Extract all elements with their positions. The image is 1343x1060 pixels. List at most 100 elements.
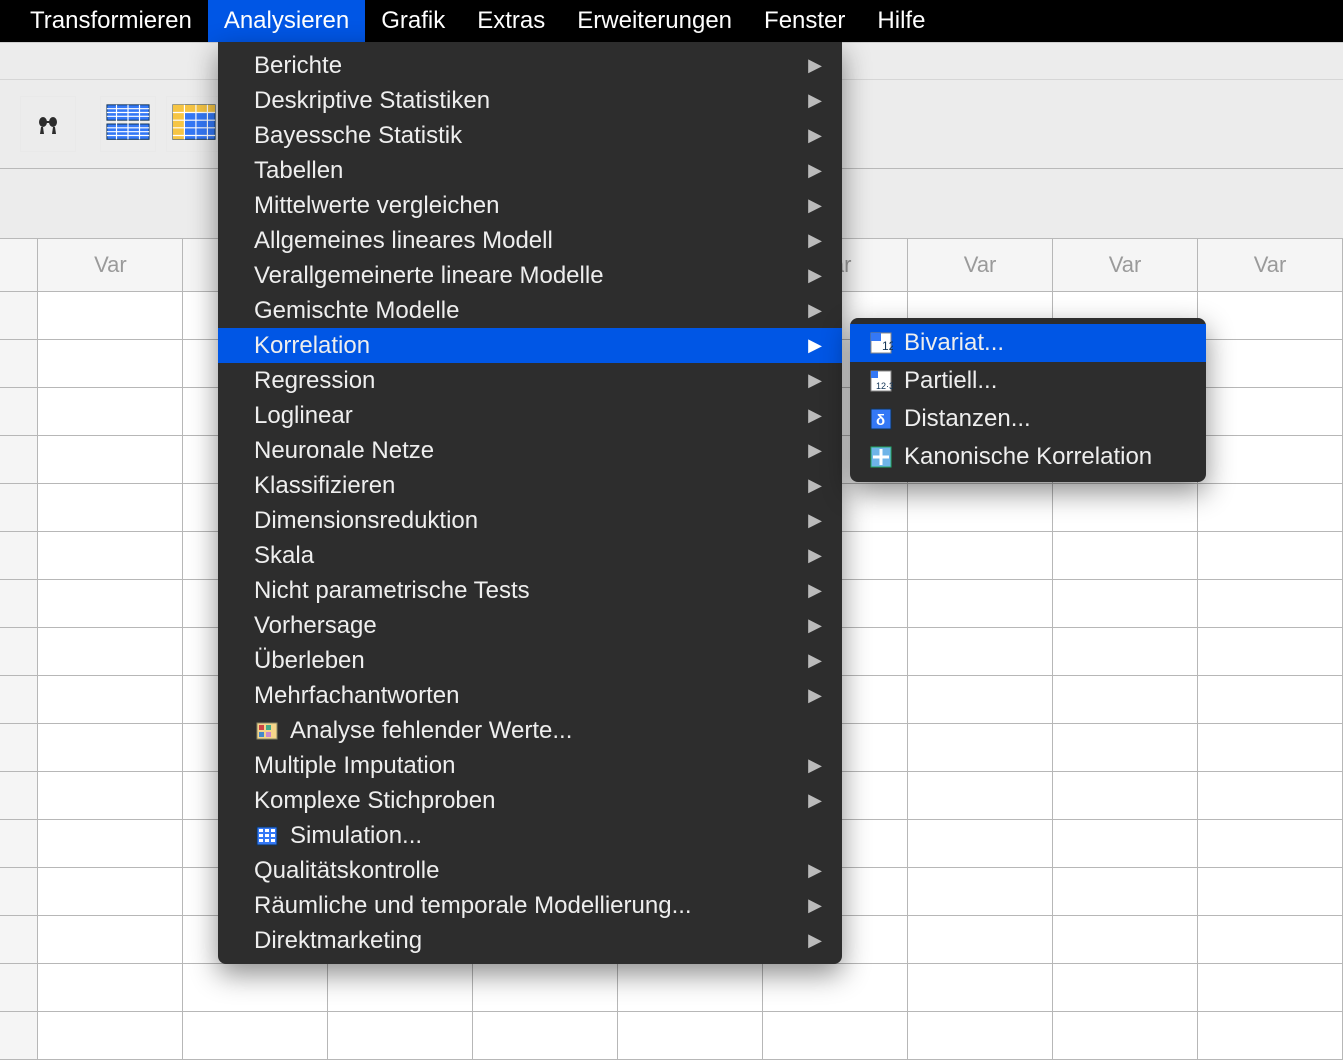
cell[interactable]	[473, 964, 618, 1011]
cell[interactable]	[763, 1012, 908, 1059]
menu-fenster[interactable]: Fenster	[748, 0, 861, 42]
menu-item-simulation[interactable]: Simulation...	[218, 818, 842, 853]
menu-item-skala[interactable]: Skala▶	[218, 538, 842, 573]
cell[interactable]	[1053, 1012, 1198, 1059]
variable-view-icon[interactable]	[166, 96, 222, 152]
cell[interactable]	[1053, 676, 1198, 723]
menu-item-analyse-fehlender-werte[interactable]: Analyse fehlender Werte...	[218, 713, 842, 748]
cell[interactable]	[1053, 484, 1198, 531]
cell[interactable]	[908, 772, 1053, 819]
column-header[interactable]: Var	[908, 239, 1053, 291]
cell[interactable]	[38, 724, 183, 771]
cell[interactable]	[1053, 628, 1198, 675]
menu-item-komplexe-stichproben[interactable]: Komplexe Stichproben▶	[218, 783, 842, 818]
cell[interactable]	[38, 436, 183, 483]
cell[interactable]	[38, 916, 183, 963]
cell[interactable]	[38, 868, 183, 915]
menu-item-loglinear[interactable]: Loglinear▶	[218, 398, 842, 433]
menu-item-verallgemeinerte-lineare-modelle[interactable]: Verallgemeinerte lineare Modelle▶	[218, 258, 842, 293]
cell[interactable]	[1198, 340, 1343, 387]
cell[interactable]	[1053, 916, 1198, 963]
cell[interactable]	[1198, 580, 1343, 627]
cell[interactable]	[1053, 772, 1198, 819]
cell[interactable]	[183, 1012, 328, 1059]
cell[interactable]	[1198, 820, 1343, 867]
row-header[interactable]	[0, 820, 38, 867]
menu-item-r-umliche-und-temporale-modellierung[interactable]: Räumliche und temporale Modellierung...▶	[218, 888, 842, 923]
menu-item-korrelation[interactable]: Korrelation▶	[218, 328, 842, 363]
cell[interactable]	[908, 916, 1053, 963]
menu-hilfe[interactable]: Hilfe	[861, 0, 941, 42]
cell[interactable]	[1053, 964, 1198, 1011]
cell[interactable]	[1053, 724, 1198, 771]
cell[interactable]	[38, 820, 183, 867]
cell[interactable]	[38, 292, 183, 339]
cell[interactable]	[908, 628, 1053, 675]
menu-item-allgemeines-lineares-modell[interactable]: Allgemeines lineares Modell▶	[218, 223, 842, 258]
row-header[interactable]	[0, 532, 38, 579]
column-header[interactable]: Var	[1198, 239, 1343, 291]
cell[interactable]	[1198, 964, 1343, 1011]
row-header[interactable]	[0, 388, 38, 435]
cell[interactable]	[908, 532, 1053, 579]
cell[interactable]	[618, 1012, 763, 1059]
row-header[interactable]	[0, 868, 38, 915]
row-header[interactable]	[0, 292, 38, 339]
menu-transformieren[interactable]: Transformieren	[14, 0, 208, 42]
submenu-item-bivariat[interactable]: 12Bivariat...	[850, 324, 1206, 362]
cell[interactable]	[38, 532, 183, 579]
cell[interactable]	[1053, 580, 1198, 627]
row-header[interactable]	[0, 580, 38, 627]
menu-item-direktmarketing[interactable]: Direktmarketing▶	[218, 923, 842, 958]
menu-item-nicht-parametrische-tests[interactable]: Nicht parametrische Tests▶	[218, 573, 842, 608]
menu-item-vorhersage[interactable]: Vorhersage▶	[218, 608, 842, 643]
row-header[interactable]	[0, 916, 38, 963]
cell[interactable]	[38, 964, 183, 1011]
row-header[interactable]	[0, 628, 38, 675]
row-header[interactable]	[0, 436, 38, 483]
menu-erweiterungen[interactable]: Erweiterungen	[561, 0, 748, 42]
row-header[interactable]	[0, 772, 38, 819]
cell[interactable]	[763, 964, 908, 1011]
menu-item-berleben[interactable]: Überleben▶	[218, 643, 842, 678]
cell[interactable]	[908, 484, 1053, 531]
cell[interactable]	[38, 676, 183, 723]
data-view-icon[interactable]	[100, 96, 156, 152]
find-icon[interactable]	[20, 96, 76, 152]
corner-cell[interactable]	[0, 239, 38, 291]
cell[interactable]	[1198, 1012, 1343, 1059]
cell[interactable]	[1198, 772, 1343, 819]
cell[interactable]	[328, 1012, 473, 1059]
cell[interactable]	[1198, 916, 1343, 963]
menu-grafik[interactable]: Grafik	[365, 0, 461, 42]
cell[interactable]	[1198, 532, 1343, 579]
cell[interactable]	[908, 580, 1053, 627]
submenu-item-distanzen[interactable]: δDistanzen...	[850, 400, 1206, 438]
submenu-item-partiell[interactable]: 12·3Partiell...	[850, 362, 1206, 400]
submenu-item-kanonische-korrelation[interactable]: Kanonische Korrelation	[850, 438, 1206, 476]
cell[interactable]	[908, 676, 1053, 723]
menu-item-gemischte-modelle[interactable]: Gemischte Modelle▶	[218, 293, 842, 328]
cell[interactable]	[1198, 724, 1343, 771]
cell[interactable]	[38, 580, 183, 627]
cell[interactable]	[618, 964, 763, 1011]
row-header[interactable]	[0, 1012, 38, 1059]
menu-item-dimensionsreduktion[interactable]: Dimensionsreduktion▶	[218, 503, 842, 538]
cell[interactable]	[328, 964, 473, 1011]
cell[interactable]	[1198, 868, 1343, 915]
menu-item-deskriptive-statistiken[interactable]: Deskriptive Statistiken▶	[218, 83, 842, 118]
menu-item-berichte[interactable]: Berichte▶	[218, 48, 842, 83]
column-header[interactable]: Var	[38, 239, 183, 291]
cell[interactable]	[38, 340, 183, 387]
menu-item-klassifizieren[interactable]: Klassifizieren▶	[218, 468, 842, 503]
menu-item-qualit-tskontrolle[interactable]: Qualitätskontrolle▶	[218, 853, 842, 888]
row-header[interactable]	[0, 484, 38, 531]
cell[interactable]	[38, 484, 183, 531]
menu-item-tabellen[interactable]: Tabellen▶	[218, 153, 842, 188]
row-header[interactable]	[0, 340, 38, 387]
cell[interactable]	[908, 1012, 1053, 1059]
cell[interactable]	[1053, 868, 1198, 915]
cell[interactable]	[908, 820, 1053, 867]
menu-item-multiple-imputation[interactable]: Multiple Imputation▶	[218, 748, 842, 783]
cell[interactable]	[38, 628, 183, 675]
